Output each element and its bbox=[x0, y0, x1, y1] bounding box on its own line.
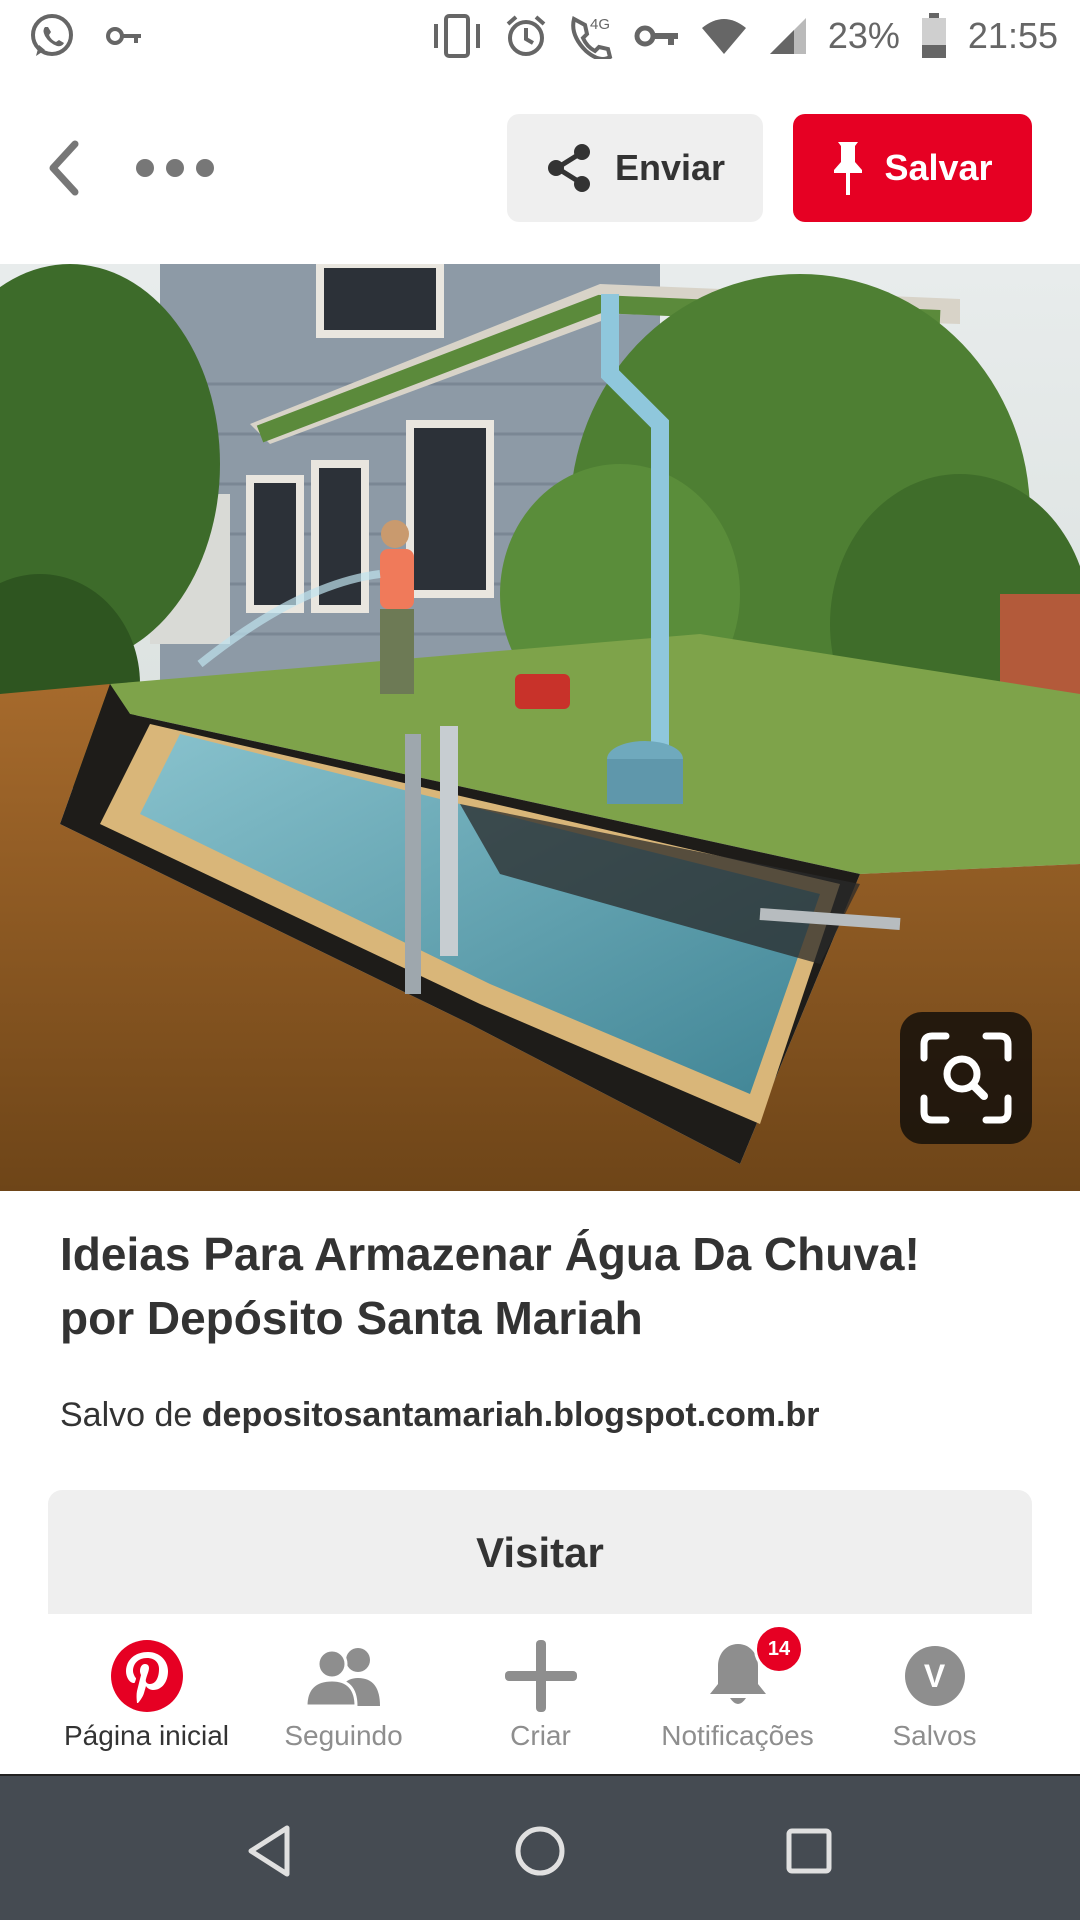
pin-toolbar: Enviar Salvar bbox=[0, 112, 1080, 224]
pinterest-logo-icon bbox=[110, 1640, 183, 1712]
chevron-left-icon bbox=[49, 140, 79, 196]
svg-text:4G: 4G bbox=[590, 16, 610, 33]
wifi-icon bbox=[700, 16, 748, 56]
people-icon bbox=[303, 1648, 380, 1708]
tab-label: Seguindo bbox=[284, 1720, 403, 1751]
bottom-tab-bar: Página inicial Seguindo Criar 14 Notific… bbox=[0, 1614, 1080, 1776]
status-bar: 4G 23% 21:55 bbox=[0, 0, 1080, 72]
share-icon bbox=[547, 144, 590, 192]
pin-image[interactable] bbox=[0, 264, 1080, 1191]
pushpin-icon bbox=[834, 142, 863, 195]
circle-home-icon bbox=[515, 1826, 565, 1876]
more-options-button[interactable] bbox=[136, 148, 214, 188]
whatsapp-icon bbox=[28, 12, 76, 60]
square-recents-icon bbox=[786, 1828, 832, 1874]
tab-notifications[interactable]: 14 Notificações bbox=[639, 1614, 836, 1774]
notification-badge: 14 bbox=[754, 1624, 804, 1674]
more-dot-icon bbox=[196, 159, 214, 177]
tab-label: Notificações bbox=[661, 1720, 814, 1751]
triangle-back-icon bbox=[248, 1825, 290, 1877]
vibrate-icon bbox=[430, 14, 484, 58]
save-label: Salvar bbox=[884, 147, 993, 188]
send-label: Enviar bbox=[614, 147, 726, 188]
plus-icon bbox=[504, 1640, 577, 1712]
battery-percentage: 23% bbox=[827, 15, 900, 56]
system-back-button[interactable] bbox=[225, 1806, 315, 1896]
pin-title: Ideias Para Armazenar Água Da Chuva! por… bbox=[60, 1222, 1020, 1350]
visit-label: Visitar bbox=[476, 1529, 604, 1576]
more-dot-icon bbox=[136, 159, 154, 177]
visual-search-button[interactable] bbox=[900, 1012, 1032, 1144]
tab-saved[interactable]: V Salvos bbox=[836, 1614, 1033, 1774]
pin-author-line: por Depósito Santa Mariah bbox=[60, 1292, 643, 1344]
signal-icon bbox=[768, 16, 808, 56]
clock: 21:55 bbox=[967, 15, 1058, 56]
battery-icon bbox=[920, 13, 948, 59]
save-button[interactable]: Salvar bbox=[793, 114, 1032, 222]
tab-create[interactable]: Criar bbox=[442, 1614, 639, 1774]
key-icon bbox=[106, 24, 142, 48]
avatar: V bbox=[904, 1646, 965, 1706]
system-recents-button[interactable] bbox=[764, 1806, 854, 1896]
alarm-icon bbox=[504, 14, 548, 58]
back-button[interactable] bbox=[40, 138, 86, 198]
tab-label: Criar bbox=[510, 1720, 571, 1751]
tab-label: Página inicial bbox=[64, 1720, 229, 1751]
tab-following[interactable]: Seguindo bbox=[245, 1614, 442, 1774]
lens-search-icon bbox=[920, 1032, 1012, 1124]
pin-title-line: Ideias Para Armazenar Água Da Chuva! bbox=[60, 1228, 920, 1280]
tab-label: Salvos bbox=[892, 1720, 977, 1751]
volte-call-icon: 4G bbox=[568, 13, 614, 59]
saved-from-prefix: Salvo de bbox=[60, 1396, 193, 1434]
system-home-button[interactable] bbox=[495, 1806, 585, 1896]
system-navigation-bar bbox=[0, 1776, 1080, 1920]
saved-from-source-link[interactable]: depositosantamariah.blogspot.com.br bbox=[202, 1396, 820, 1434]
tab-home[interactable]: Página inicial bbox=[48, 1614, 245, 1774]
send-button[interactable]: Enviar bbox=[507, 114, 763, 222]
vpn-key-icon bbox=[634, 22, 680, 50]
more-dot-icon bbox=[166, 159, 184, 177]
visit-button[interactable]: Visitar bbox=[48, 1490, 1032, 1616]
saved-from: Salvo de depositosantamariah.blogspot.co… bbox=[60, 1396, 820, 1435]
